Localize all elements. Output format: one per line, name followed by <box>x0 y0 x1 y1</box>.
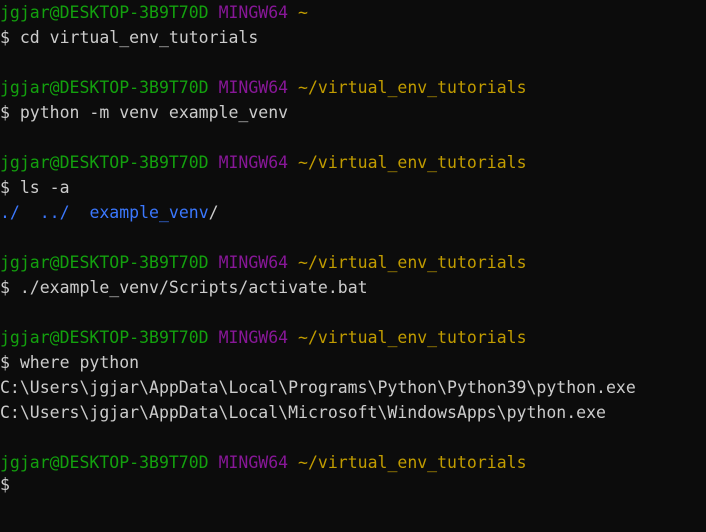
terminal-window[interactable]: jgjar@DESKTOP-3B9T70D MINGW64 ~ $ cd vir… <box>0 0 706 497</box>
prompt-user: jgjar@DESKTOP-3B9T70D <box>0 3 209 22</box>
prompt-line: jgjar@DESKTOP-3B9T70D MINGW64 ~ <box>0 0 308 25</box>
prompt-line: jgjar@DESKTOP-3B9T70D MINGW64 ~/virtual_… <box>0 325 527 350</box>
command-line: $ where python <box>0 350 139 375</box>
prompt-symbol: $ <box>0 353 10 372</box>
command-text: python -m venv example_venv <box>19 103 289 122</box>
prompt-path: ~/virtual_env_tutorials <box>298 153 527 172</box>
command-output-line: C:\Users\jgjar\AppData\Local\Microsoft\W… <box>0 403 606 422</box>
command-text: ./example_venv/Scripts/activate.bat <box>19 278 368 297</box>
prompt-symbol: $ <box>0 103 10 122</box>
prompt-symbol: $ <box>0 278 10 297</box>
prompt-user: jgjar@DESKTOP-3B9T70D <box>0 78 209 97</box>
command-text: ls -a <box>19 178 70 197</box>
command-line: $ ls -a <box>0 175 70 200</box>
prompt-user: jgjar@DESKTOP-3B9T70D <box>0 253 209 272</box>
prompt-env: MINGW64 <box>218 78 289 97</box>
prompt-user: jgjar@DESKTOP-3B9T70D <box>0 328 209 347</box>
command-text: cd virtual_env_tutorials <box>19 28 259 47</box>
ls-output-line: ./ ../ example_venv/ <box>0 200 219 225</box>
prompt-user: jgjar@DESKTOP-3B9T70D <box>0 453 209 472</box>
ls-output-slash: / <box>208 203 219 222</box>
command-line: $ ./example_venv/Scripts/activate.bat <box>0 275 368 300</box>
prompt-env: MINGW64 <box>218 328 289 347</box>
command-output-line: C:\Users\jgjar\AppData\Local\Programs\Py… <box>0 378 636 397</box>
command-input-line[interactable]: $ <box>0 472 10 497</box>
prompt-env: MINGW64 <box>218 453 289 472</box>
prompt-env: MINGW64 <box>218 3 289 22</box>
prompt-env: MINGW64 <box>218 153 289 172</box>
prompt-line: jgjar@DESKTOP-3B9T70D MINGW64 ~/virtual_… <box>0 450 527 475</box>
prompt-line: jgjar@DESKTOP-3B9T70D MINGW64 ~/virtual_… <box>0 75 527 100</box>
prompt-symbol: $ <box>0 28 10 47</box>
ls-output-item: ./ <box>0 203 20 222</box>
prompt-path: ~/virtual_env_tutorials <box>298 78 527 97</box>
prompt-path: ~/virtual_env_tutorials <box>298 253 527 272</box>
prompt-path: ~ <box>298 3 308 22</box>
prompt-path: ~/virtual_env_tutorials <box>298 453 527 472</box>
ls-output-directory: example_venv <box>89 203 209 222</box>
prompt-path: ~/virtual_env_tutorials <box>298 328 527 347</box>
prompt-env: MINGW64 <box>218 253 289 272</box>
command-line: $ python -m venv example_venv <box>0 100 288 125</box>
ls-output-item: ../ <box>39 203 70 222</box>
prompt-line: jgjar@DESKTOP-3B9T70D MINGW64 ~/virtual_… <box>0 250 527 275</box>
prompt-line: jgjar@DESKTOP-3B9T70D MINGW64 ~/virtual_… <box>0 150 527 175</box>
command-line: $ cd virtual_env_tutorials <box>0 25 258 50</box>
command-text: where python <box>19 353 140 372</box>
prompt-user: jgjar@DESKTOP-3B9T70D <box>0 153 209 172</box>
prompt-symbol: $ <box>0 475 10 494</box>
prompt-symbol: $ <box>0 178 10 197</box>
